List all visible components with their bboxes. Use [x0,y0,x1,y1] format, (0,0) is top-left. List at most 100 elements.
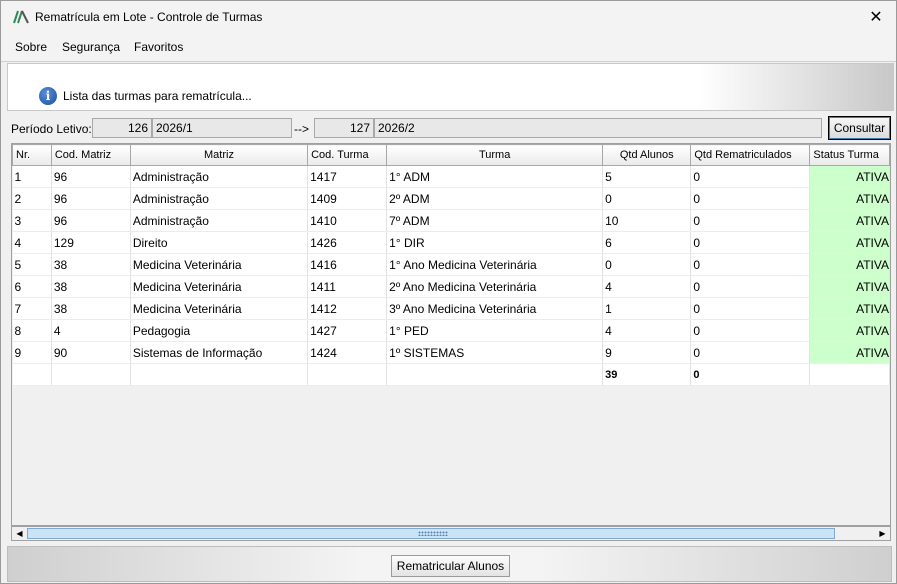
cell-cod-matriz: 90 [51,341,131,364]
cell-status-turma: ATIVA [809,231,890,254]
cell-matriz: Medicina Veterinária [130,297,309,320]
cell-qtd-alunos: 4 [602,319,692,342]
col-header-matriz[interactable]: Matriz [129,144,309,166]
cell-turma: 2º Ano Medicina Veterinária [386,275,604,298]
cell-qtd-alunos: 9 [602,341,692,364]
cell-status-turma: ATIVA [809,165,890,188]
cell-cod-turma: 1427 [307,319,388,342]
table-row[interactable]: 6 38 Medicina Veterinária 1411 2º Ano Medici… [12,275,890,298]
turmas-grid[interactable]: Nr. Cod. Matriz Matriz Cod. Turma Turma … [11,143,891,526]
periodo-from-name-field[interactable]: 2026/1 [152,118,292,138]
table-row[interactable]: 1 96 Administração 1417 1° ADM 5 0 ATIVA [12,165,890,188]
cell-qtd-alunos: 1 [602,297,692,320]
cell-status-turma: ATIVA [809,253,890,276]
cell-cod-matriz: 38 [51,297,131,320]
cell-nr: 5 [12,253,52,276]
cell-qtd-rematriculados: 0 [690,253,811,276]
cell-cod-matriz: 96 [51,209,131,232]
total-empty-cell [809,363,890,386]
menu-sobre[interactable]: Sobre [15,40,47,54]
cell-turma: 1º SISTEMAS [386,341,604,364]
scroll-right-icon[interactable]: ▶ [875,527,890,540]
total-empty-cell [12,363,52,386]
cell-cod-matriz: 4 [51,319,131,342]
table-row[interactable]: 5 38 Medicina Veterinária 1416 1° Ano Medici… [12,253,890,276]
consultar-button[interactable]: Consultar [828,116,891,140]
cell-matriz: Medicina Veterinária [130,275,309,298]
cell-status-turma: ATIVA [809,341,890,364]
table-row[interactable]: 7 38 Medicina Veterinária 1412 3º Ano Medici… [12,297,890,320]
title-bar: Rematrícula em Lote - Controle de Turmas… [1,1,896,33]
menu-favoritos[interactable]: Favoritos [134,40,183,54]
col-header-turma[interactable]: Turma [386,144,604,166]
window-title: Rematrícula em Lote - Controle de Turmas [35,10,263,24]
cell-qtd-alunos: 6 [602,231,692,254]
cell-status-turma: ATIVA [809,209,890,232]
cell-nr: 4 [12,231,52,254]
col-header-cod-matriz[interactable]: Cod. Matriz [50,144,131,166]
cell-cod-turma: 1410 [307,209,388,232]
cell-qtd-rematriculados: 0 [690,297,811,320]
table-header-row: Nr. Cod. Matriz Matriz Cod. Turma Turma … [12,144,890,166]
periodo-to-name-field[interactable]: 2026/2 [374,118,822,138]
cell-cod-matriz: 38 [51,275,131,298]
cell-status-turma: ATIVA [809,297,890,320]
col-header-nr[interactable]: Nr. [12,144,52,166]
cell-cod-turma: 1412 [307,297,388,320]
horizontal-scrollbar[interactable]: ◀ ▶ [11,526,891,541]
table-row[interactable]: 3 96 Administração 1410 7º ADM 10 0 ATIVA [12,209,890,232]
close-icon[interactable]: ✕ [856,1,896,33]
cell-cod-turma: 1424 [307,341,388,364]
scroll-thumb[interactable] [27,528,835,539]
cell-matriz: Pedagogia [130,319,309,342]
periodo-row: Período Letivo: 126 2026/1 --> 127 2026/… [7,116,892,141]
main-window: Rematrícula em Lote - Controle de Turmas… [0,0,897,584]
table-row[interactable]: 8 4 Pedagogia 1427 1° PED 4 0 ATIVA [12,319,890,342]
cell-qtd-rematriculados: 0 [690,341,811,364]
cell-qtd-rematriculados: 0 [690,231,811,254]
cell-cod-turma: 1411 [307,275,388,298]
cell-turma: 3º Ano Medicina Veterinária [386,297,604,320]
cell-nr: 8 [12,319,52,342]
col-header-qtd-alunos[interactable]: Qtd Alunos [602,144,692,166]
periodo-arrow: --> [294,122,309,136]
total-empty-cell [51,363,131,386]
cell-turma: 1° DIR [386,231,604,254]
total-empty-cell [386,363,604,386]
cell-nr: 9 [12,341,52,364]
cell-matriz: Administração [130,165,309,188]
col-header-cod-turma[interactable]: Cod. Turma [307,144,388,166]
cell-status-turma: ATIVA [809,187,890,210]
cell-turma: 1° Ano Medicina Veterinária [386,253,604,276]
cell-turma: 2º ADM [386,187,604,210]
cell-qtd-rematriculados: 0 [690,319,811,342]
cell-cod-matriz: 96 [51,187,131,210]
cell-turma: 1° ADM [386,165,604,188]
cell-matriz: Direito [130,231,309,254]
table-row[interactable]: 2 96 Administração 1409 2º ADM 0 0 ATIVA [12,187,890,210]
menu-bar: Sobre Segurança Favoritos [1,33,896,62]
cell-nr: 1 [12,165,52,188]
cell-qtd-alunos: 4 [602,275,692,298]
table-row[interactable]: 9 90 Sistemas de Informação 1424 1º SISTEMAS… [12,341,890,364]
turmas-table: Nr. Cod. Matriz Matriz Cod. Turma Turma … [12,144,890,386]
table-row[interactable]: 4 129 Direito 1426 1° DIR 6 0 ATIVA [12,231,890,254]
col-header-status-turma[interactable]: Status Turma [809,144,890,166]
cell-cod-matriz: 38 [51,253,131,276]
col-header-qtd-rematriculados[interactable]: Qtd Rematriculados [690,144,811,166]
totals-row: 39 0 [12,363,890,386]
cell-qtd-alunos: 0 [602,187,692,210]
cell-nr: 2 [12,187,52,210]
scroll-left-icon[interactable]: ◀ [12,527,27,540]
cell-qtd-alunos: 10 [602,209,692,232]
periodo-from-code-field[interactable]: 126 [92,118,152,138]
info-icon: i [39,87,57,105]
cell-cod-matriz: 96 [51,165,131,188]
banner-text: Lista das turmas para rematrícula... [63,89,252,103]
periodo-to-code-field[interactable]: 127 [314,118,374,138]
total-qtd-rematriculados: 0 [690,363,811,386]
menu-seguranca[interactable]: Segurança [62,40,120,54]
rematricular-alunos-button[interactable]: Rematricular Alunos [391,555,510,577]
cell-qtd-alunos: 5 [602,165,692,188]
cell-status-turma: ATIVA [809,319,890,342]
